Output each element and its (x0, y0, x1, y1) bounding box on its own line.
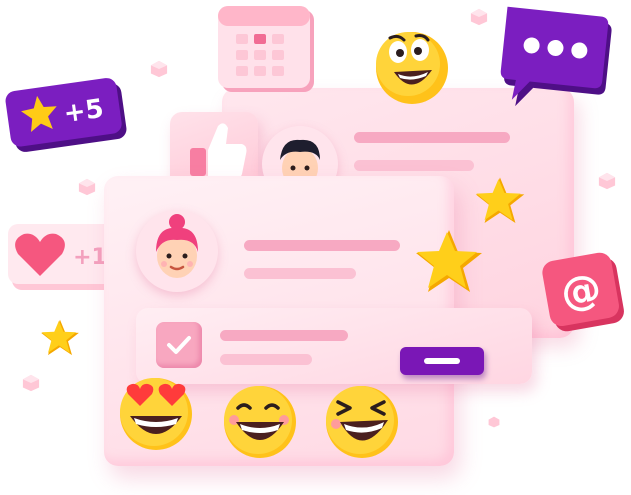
cube-decoration (78, 178, 96, 196)
text-line (244, 268, 356, 279)
social-illustration: +5 +1 @ (0, 0, 631, 495)
chat-bubble-icon (500, 6, 612, 107)
cube-decoration (470, 8, 488, 26)
star-icon (475, 177, 525, 224)
at-mention-badge: @ (542, 252, 624, 332)
star-icon (416, 230, 482, 292)
heart-eyes-emoji-icon (120, 378, 192, 450)
checkbox[interactable] (156, 322, 202, 368)
check-icon (167, 336, 191, 354)
text-line (220, 354, 312, 365)
at-symbol: @ (557, 265, 604, 317)
laughing-emoji-icon (326, 386, 398, 458)
heart-badge-text: +1 (73, 245, 107, 270)
cube-decoration (488, 416, 500, 428)
text-line (244, 240, 400, 251)
calendar-icon (218, 6, 314, 92)
grinning-emoji-icon (224, 386, 296, 458)
star-badge-text: +5 (62, 94, 106, 129)
woman-face-icon (156, 214, 198, 278)
cube-decoration (150, 60, 168, 78)
cube-decoration (22, 374, 40, 392)
text-line (354, 160, 474, 171)
text-line (354, 132, 510, 143)
action-button[interactable] (400, 347, 484, 375)
star-icon (41, 319, 79, 356)
text-line (220, 330, 348, 341)
cube-decoration (598, 172, 616, 190)
surprised-emoji-icon (376, 32, 448, 104)
star-plus-badge: +5 (5, 78, 127, 152)
